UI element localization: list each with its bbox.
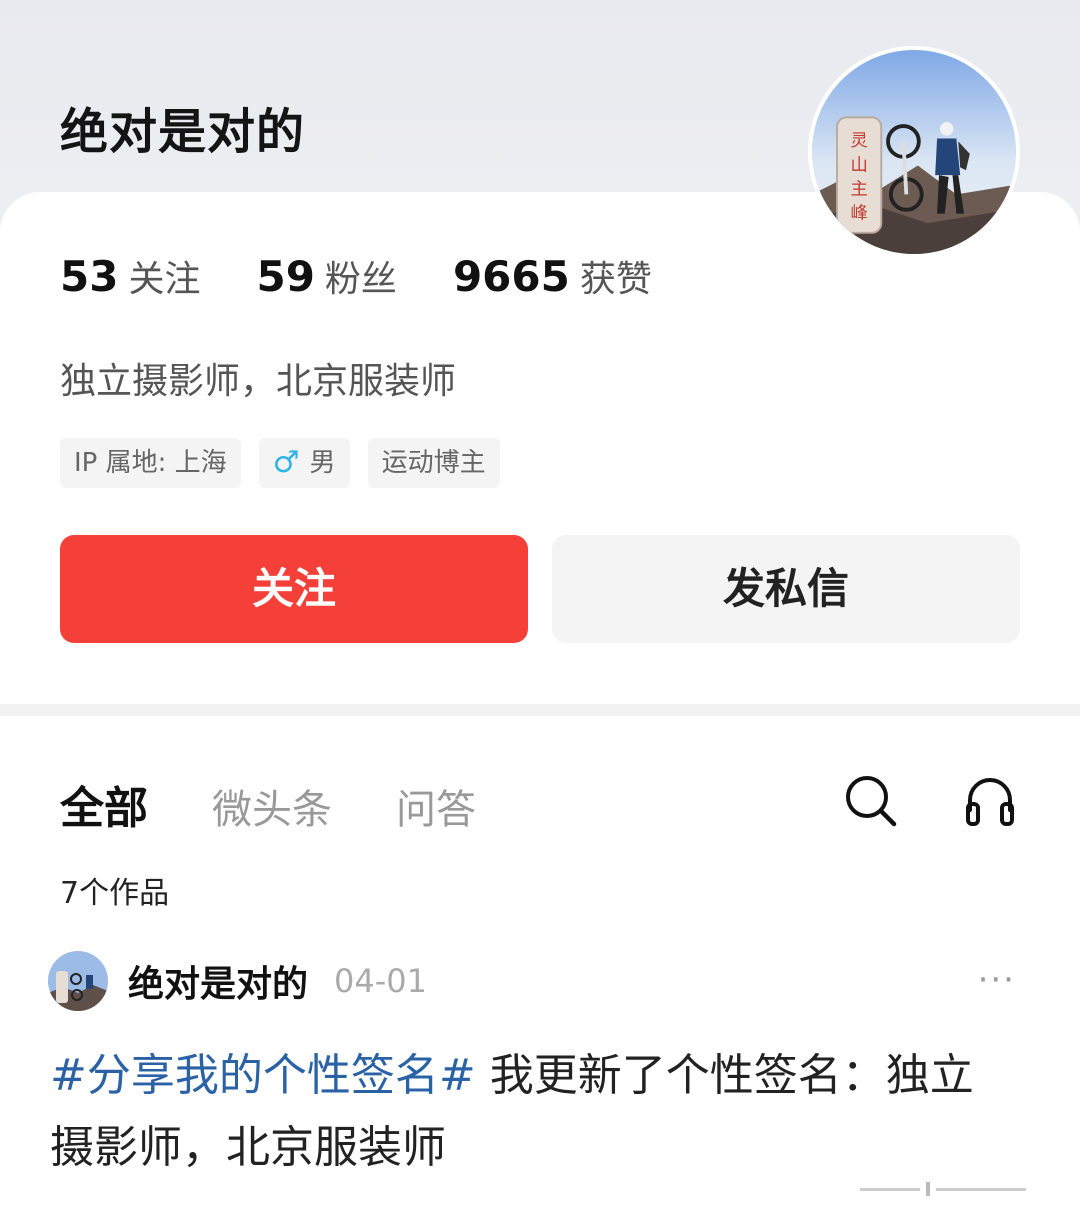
tab-qa[interactable]: 问答: [396, 777, 476, 835]
profile-stats: 53 关注 59 粉丝 9665 获赞: [60, 250, 708, 302]
likes-label: 获赞: [579, 259, 652, 300]
stat-likes[interactable]: 9665 获赞: [453, 250, 652, 302]
more-options-icon[interactable]: ···: [978, 960, 1016, 1000]
gender-tag: ♂ 男: [258, 438, 350, 488]
message-button[interactable]: 发私信: [552, 535, 1020, 643]
following-label: 关注: [128, 259, 201, 300]
search-icon[interactable]: [842, 772, 898, 828]
likes-count: 9665: [452, 252, 570, 301]
stat-following[interactable]: 53 关注: [60, 250, 200, 302]
category-tag[interactable]: 运动博主: [367, 438, 500, 488]
post-hashtag[interactable]: #分享我的个性签名#: [50, 1050, 476, 1101]
avatar-sign-char-2: 山: [850, 155, 867, 175]
avatar-sign-char-3: 主: [850, 179, 867, 199]
post-author-avatar[interactable]: [48, 951, 108, 1011]
tab-weitoutiao[interactable]: 微头条: [212, 777, 332, 835]
section-divider: [0, 704, 1080, 716]
post-content[interactable]: #分享我的个性签名# 我更新了个性签名：独立摄影师，北京服装师: [50, 1040, 1010, 1184]
avatar-photo-icon: 灵 山 主 峰: [812, 50, 1016, 254]
content-tabs: 全部 微头条 问答: [60, 772, 540, 836]
male-icon: ♂: [272, 445, 300, 480]
avatar-sign-char-4: 峰: [850, 203, 867, 223]
follow-button[interactable]: 关注: [60, 535, 528, 643]
works-count: 7个作品: [60, 876, 170, 911]
profile-bio: 独立摄影师，北京服装师: [60, 361, 457, 402]
followers-label: 粉丝: [324, 259, 397, 300]
ip-location-tag: IP 属地: 上海: [60, 438, 241, 488]
profile-avatar[interactable]: 灵 山 主 峰: [808, 46, 1020, 258]
stat-followers[interactable]: 59 粉丝: [256, 250, 396, 302]
avatar-sign-char-1: 灵: [850, 131, 867, 151]
post-header: 绝对是对的 04-01 ···: [48, 950, 1032, 1012]
following-count: 53: [60, 252, 119, 301]
profile-tags: IP 属地: 上海 ♂ 男 运动博主: [60, 438, 518, 488]
avatar-photo-icon: [48, 951, 108, 1011]
headphones-icon[interactable]: [962, 772, 1018, 828]
post-author-name[interactable]: 绝对是对的: [128, 955, 308, 1007]
followers-count: 59: [256, 252, 315, 301]
tab-all[interactable]: 全部: [60, 772, 148, 836]
post-date: 04-01: [334, 962, 427, 1000]
gender-label: 男: [309, 448, 336, 478]
profile-name: 绝对是对的: [60, 104, 306, 160]
scroll-indicator: [860, 1178, 1060, 1200]
